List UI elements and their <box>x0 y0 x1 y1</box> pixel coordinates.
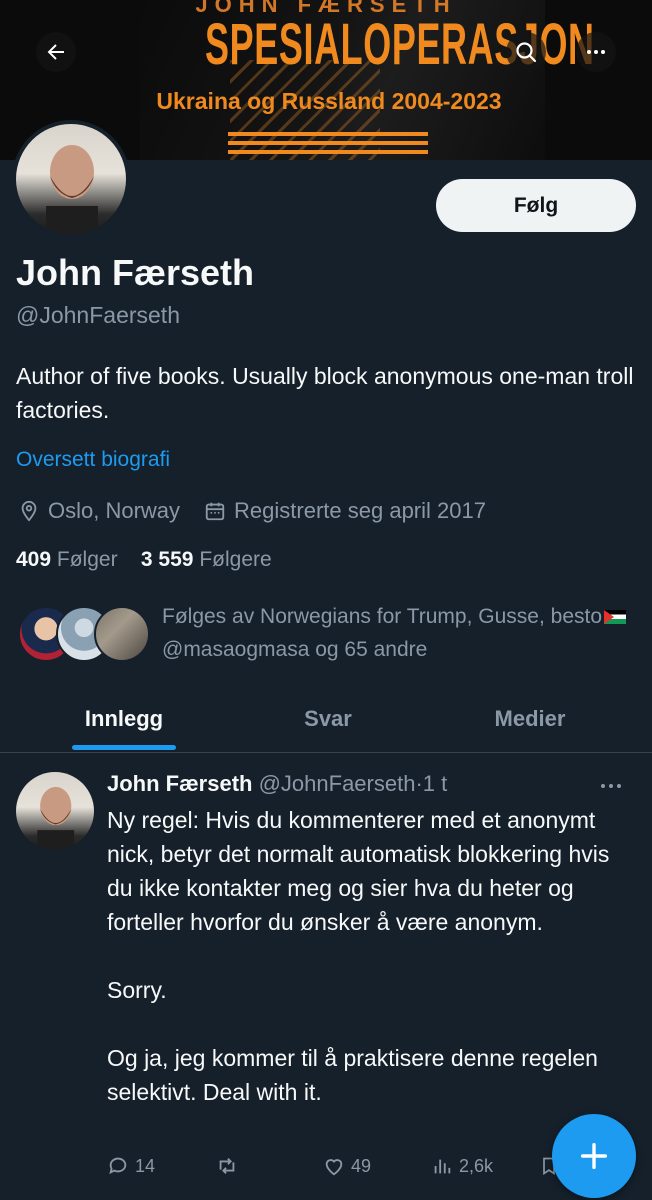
profile-avatar[interactable] <box>12 120 130 238</box>
repost-icon <box>219 1158 235 1174</box>
like-button[interactable]: 49 <box>323 1150 371 1182</box>
back-button[interactable] <box>36 32 76 72</box>
avatar <box>94 606 150 662</box>
followers-count: 3 559 <box>140 548 194 571</box>
tab-svar[interactable]: Svar <box>244 686 412 752</box>
location-icon <box>16 498 42 524</box>
tab-medier[interactable]: Medier <box>446 686 614 752</box>
plus-icon <box>580 1142 608 1170</box>
post-avatar[interactable] <box>16 772 94 850</box>
avatar-photo <box>16 124 126 234</box>
arrow-left-icon <box>47 44 64 60</box>
more-button[interactable] <box>576 32 616 72</box>
banner-bars <box>228 132 428 159</box>
post-time[interactable]: 1 t <box>423 771 447 796</box>
profile-bio: Author of five books. Usually block anon… <box>16 363 634 423</box>
views-count: 2,6k <box>459 1155 494 1176</box>
post-author-handle[interactable]: @JohnFaerseth <box>259 771 416 796</box>
post-actions: 14 49 2,6k <box>107 1150 587 1182</box>
tab-innlegg[interactable]: Innlegg <box>40 686 208 752</box>
followed-by-text[interactable]: Følges av Norwegians for Trump, Gusse, b… <box>162 600 632 666</box>
palestine-flag-icon <box>604 610 627 625</box>
followed-by-prefix: Følges av Norwegians for Trump, Gusse, b… <box>162 605 603 628</box>
views-button[interactable]: 2,6k <box>431 1150 493 1182</box>
profile-tabs: Innlegg Svar Medier <box>0 686 652 753</box>
active-tab-indicator <box>72 745 176 750</box>
translate-bio-link[interactable]: Oversett biografi <box>16 448 170 472</box>
reply-button[interactable]: 14 <box>107 1150 155 1182</box>
views-icon <box>434 1159 451 1174</box>
post-header: John Færseth @JohnFaerseth·1 t <box>107 771 447 797</box>
like-count: 49 <box>351 1155 372 1176</box>
repost-button[interactable] <box>215 1150 245 1182</box>
reply-icon <box>109 1157 127 1175</box>
heart-icon <box>325 1159 343 1176</box>
calendar-icon <box>202 498 228 524</box>
profile-location: Oslo, Norway <box>48 498 181 523</box>
followers-label: Følgere <box>199 548 272 571</box>
profile-display-name: John Færseth <box>16 252 255 293</box>
post-separator: · <box>415 771 423 796</box>
followed-by-avatars[interactable] <box>18 606 150 664</box>
compose-post-button[interactable] <box>552 1114 636 1198</box>
search-button[interactable] <box>506 32 546 72</box>
post-text: Ny regel: Hvis du kommenterer med et ano… <box>107 803 632 1143</box>
follow-button[interactable]: Følg <box>436 179 636 232</box>
follow-counts: 409 Følger 3 559 Følgere <box>16 548 272 572</box>
post-more-button[interactable] <box>596 774 626 798</box>
followed-by-suffix: @masaogmasa og 65 andre <box>162 638 428 661</box>
banner-title: SPESIALOPERASJON <box>205 12 595 77</box>
following-link[interactable]: 409 Følger <box>16 548 118 571</box>
post-paragraph: Ny regel: Hvis du kommenterer med et ano… <box>107 807 610 935</box>
profile-meta: Oslo, Norway Registrerte seg april 2017 <box>16 498 486 524</box>
more-horizontal-icon <box>601 784 621 788</box>
post-paragraph: Og ja, jeg kommer til å praktisere denne… <box>107 1045 598 1105</box>
post-author-name[interactable]: John Færseth <box>107 771 252 796</box>
profile-handle: @JohnFaerseth <box>16 302 180 328</box>
following-label: Følger <box>56 548 118 571</box>
profile-joined: Registrerte seg april 2017 <box>234 498 486 523</box>
reply-count: 14 <box>135 1155 156 1176</box>
post-paragraph: Sorry. <box>107 977 167 1003</box>
followers-link[interactable]: 3 559 Følgere <box>141 548 272 571</box>
banner-subtitle: Ukraina og Russland 2004-2023 <box>156 88 502 114</box>
search-icon <box>516 42 537 63</box>
following-count: 409 <box>16 548 52 571</box>
more-horizontal-icon <box>587 50 605 54</box>
